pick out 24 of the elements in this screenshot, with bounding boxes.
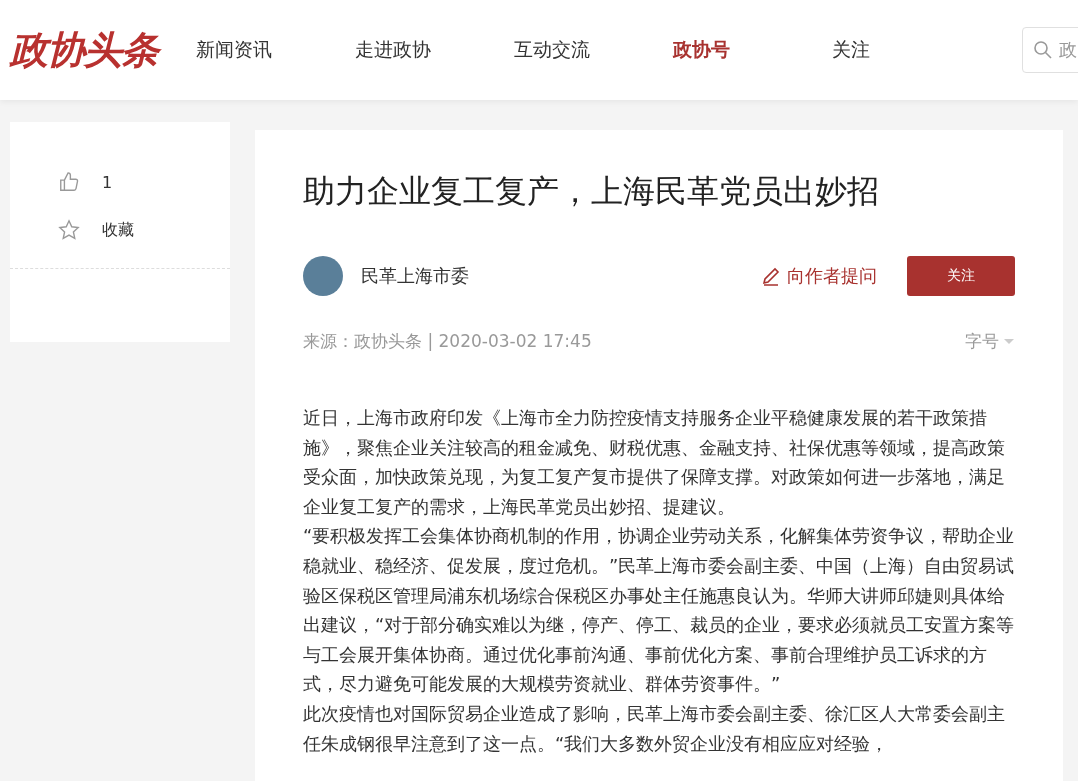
favorite-label[interactable]: 收藏 bbox=[102, 219, 134, 241]
search-input[interactable]: 政 bbox=[1059, 39, 1078, 61]
star-icon[interactable] bbox=[58, 219, 80, 241]
pencil-icon bbox=[761, 266, 781, 286]
thumbs-up-icon[interactable] bbox=[58, 171, 80, 193]
nav-link[interactable]: 政协号 bbox=[673, 37, 832, 63]
search-box[interactable]: 政 bbox=[1022, 27, 1078, 73]
search-icon bbox=[1033, 40, 1053, 60]
caret-icon bbox=[1003, 337, 1015, 346]
nav-link[interactable]: 走进政协 bbox=[355, 37, 514, 63]
article-paragraph: “要积极发挥工会集体协商机制的作用，协调企业劳动关系，化解集体劳资争议，帮助企业稳就业、稳经济、促发展，度过危机。”民革上海市委会副主委、中国（上海）自由贸易试验区保税区管理局浦东机场综合保税区办事处主任施惠良认为。华师大讲师邱婕则具体给出建议，“对于部分确实难以为继，停产、停工、裁员的企业，要求必须就员工安置方案等与工会展开集体协商。通过优化事前沟通、事前优化方案、事前合理维护员工诉求的方式，尽力避免可能发展的大规模劳资就业、群体劳资事件。” bbox=[303, 524, 1015, 697]
ask-author-link[interactable]: 向作者提问 bbox=[761, 264, 877, 288]
article-source: 来源：政协头条 | 2020-03-02 17:45 bbox=[303, 330, 592, 353]
like-count: 1 bbox=[102, 172, 113, 192]
nav-link[interactable]: 新闻资讯 bbox=[196, 37, 355, 63]
article-title: 助力企业复工复产，上海民革党员出妙招 bbox=[303, 171, 880, 212]
nav-link[interactable]: 互动交流 bbox=[514, 37, 673, 63]
site-logo[interactable]: 政协头条 bbox=[10, 24, 196, 76]
nav-link[interactable]: 关注 bbox=[832, 37, 991, 63]
article-paragraph: 此次疫情也对国际贸易企业造成了影响，民革上海市委会副主委、徐汇区人大常委会副主任朱成钢很早注意到了这一点。“我们大多数外贸企业没有相应应对经验， bbox=[303, 701, 1006, 756]
follow-button[interactable]: 关注 bbox=[907, 256, 1015, 296]
author-avatar[interactable] bbox=[303, 256, 343, 296]
article-paragraph: 近日，上海市政府印发《上海市全力防控疫情支持服务企业平稳健康发展的若干政策措施》，聚焦企业关注较高的租金减免、财税优惠、金融支持、社保优惠等领域，提高政策受众面，加快政策兑现，为复工复产复市提供了保障支撑。对政策如何进一步落地，满足企业复工复产的需求，上海民革党员出妙招、提建议。 bbox=[303, 406, 1006, 519]
author-name[interactable]: 民革上海市委 bbox=[361, 264, 469, 288]
